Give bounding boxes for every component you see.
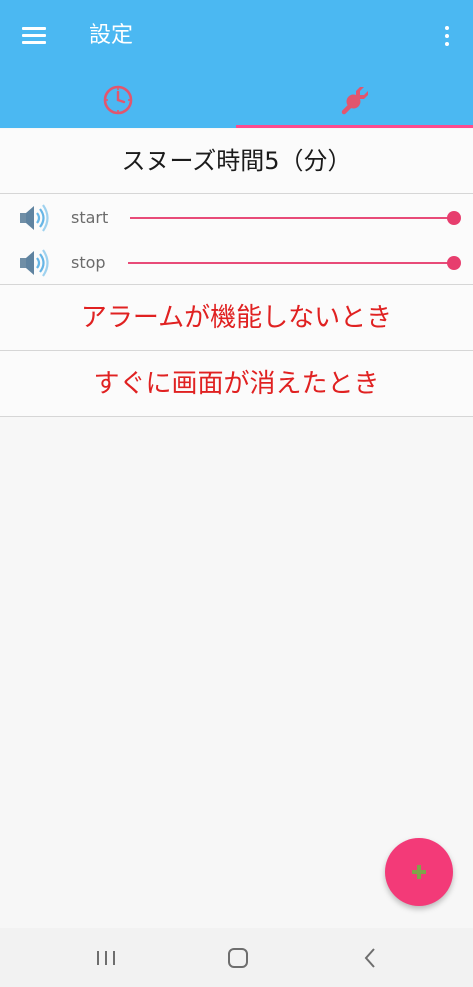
alarm-not-working-link[interactable]: アラームが機能しないとき (0, 285, 473, 351)
page-title: 設定 (89, 23, 134, 48)
start-volume-label: start (71, 208, 109, 227)
more-vert-icon[interactable] (441, 22, 453, 48)
plus-icon (412, 865, 426, 879)
alarm-not-working-label: アラームが機能しないとき (80, 303, 393, 333)
screen-turns-off-link[interactable]: すぐに画面が消えたとき (0, 351, 473, 417)
hamburger-menu-icon[interactable] (18, 20, 52, 52)
wrench-icon (341, 87, 368, 115)
stop-volume-label: stop (71, 253, 106, 272)
start-volume-row: start (0, 197, 473, 237)
back-icon[interactable] (350, 942, 390, 974)
tab-indicator (236, 125, 473, 128)
snooze-setting[interactable]: スヌーズ時間5（分） (0, 129, 473, 194)
volume-settings: start stop (0, 194, 473, 285)
slider-track (130, 217, 453, 219)
speaker-icon (20, 249, 49, 277)
clock-icon (103, 85, 133, 115)
home-icon[interactable] (218, 942, 258, 974)
stop-volume-slider[interactable] (128, 256, 461, 270)
slider-thumb[interactable] (447, 211, 461, 225)
screen-turns-off-label: すぐに画面が消えたとき (93, 369, 380, 399)
slider-thumb[interactable] (447, 256, 461, 270)
speaker-icon (20, 204, 49, 232)
system-nav-bar (0, 928, 473, 987)
stop-volume-row: stop (0, 242, 473, 282)
slider-track (128, 262, 453, 264)
add-button[interactable] (385, 838, 453, 906)
tab-bar (0, 72, 473, 128)
tab-alarm[interactable] (0, 72, 236, 128)
snooze-label: スヌーズ時間5（分） (121, 147, 352, 175)
tab-settings[interactable] (236, 72, 473, 128)
app-bar: 設定 (0, 0, 473, 128)
recent-apps-icon[interactable] (86, 942, 126, 974)
start-volume-slider[interactable] (130, 211, 461, 225)
